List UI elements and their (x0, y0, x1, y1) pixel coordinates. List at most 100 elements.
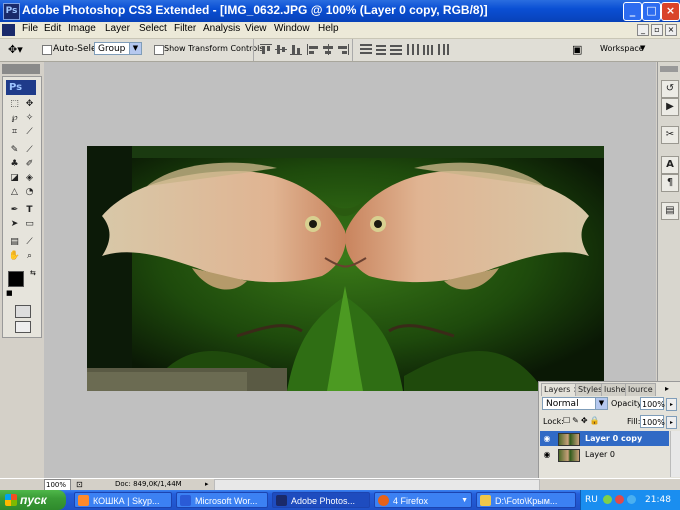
network-icon[interactable] (603, 495, 612, 504)
foreground-color-swatch[interactable] (8, 271, 24, 287)
dock-grip[interactable] (660, 66, 678, 72)
type-tool-icon[interactable]: T (23, 205, 36, 216)
eyedropper-icon[interactable]: ⟋ (23, 237, 36, 248)
visibility-eye-icon[interactable]: ◉ (542, 434, 552, 443)
layers-scrollbar[interactable] (670, 431, 680, 477)
panel-menu-icon[interactable]: ▸ (665, 384, 669, 393)
distribute-vcenter-icon[interactable] (375, 44, 387, 55)
hand-tool-icon[interactable]: ✋ (8, 251, 21, 262)
layer-row[interactable]: ◉ Layer 0 (540, 447, 669, 462)
toolbox-grip[interactable] (2, 64, 40, 74)
lock-icons[interactable]: ☐✎✥🔒 (563, 416, 602, 425)
clone-stamp-icon[interactable]: ♣ (8, 159, 21, 170)
crop-tool-icon[interactable]: ⌗ (8, 127, 21, 138)
menu-help[interactable]: Help (318, 23, 339, 34)
antivirus-icon[interactable] (615, 495, 624, 504)
opacity-arrow-icon[interactable]: ▸ (666, 398, 677, 411)
move-tool-icon[interactable]: ✥▾ (8, 43, 23, 56)
show-transform-checkbox[interactable] (154, 45, 164, 55)
bridge-icon[interactable]: ▣ (572, 43, 582, 56)
menu-file[interactable]: File (22, 23, 38, 34)
align-left-icon[interactable] (307, 44, 319, 55)
auto-select-checkbox[interactable] (42, 45, 52, 55)
align-bottom-icon[interactable] (290, 44, 302, 55)
swap-colors-icon[interactable]: ⇆ (30, 269, 36, 277)
layers-panel: Layers × Styles lushes lource ▸ Normal ▼… (538, 381, 680, 479)
blend-mode-dropdown[interactable]: Normal ▼ (542, 397, 608, 410)
tools-preset-icon[interactable]: ✂ (661, 126, 679, 144)
fill-input[interactable]: 100% (640, 415, 665, 428)
magic-wand-icon[interactable]: ✧ (23, 113, 36, 124)
status-info-icon[interactable]: ⊡ (76, 480, 83, 489)
distribute-hcenter-icon[interactable] (422, 44, 434, 55)
distribute-left-icon[interactable] (407, 44, 419, 55)
workspace-menu[interactable]: Workspace (600, 44, 644, 53)
maximize-button[interactable]: □ (642, 2, 661, 21)
taskbar-item[interactable]: Adobe Photos... (272, 492, 370, 508)
close-button[interactable]: × (661, 2, 680, 21)
zoom-tool-icon[interactable]: ⌕ (23, 251, 36, 262)
opacity-input[interactable]: 100% (640, 397, 665, 410)
slice-tool-icon[interactable]: ⟋ (23, 127, 36, 138)
paint-bucket-icon[interactable]: ◈ (23, 173, 36, 184)
notes-tool-icon[interactable]: ▤ (8, 237, 21, 248)
taskbar-item[interactable]: КОШКА | Skyp... (74, 492, 172, 508)
history-icon[interactable]: ↺ (661, 80, 679, 98)
marquee-tool-icon[interactable]: ⬚ (8, 99, 21, 110)
align-top-icon[interactable] (260, 44, 272, 55)
start-button[interactable]: пуск (0, 490, 66, 510)
taskbar-item[interactable]: D:\Foto\Крым... (476, 492, 576, 508)
folder-icon (480, 495, 491, 506)
menu-analysis[interactable]: Analysis (203, 23, 240, 34)
tab-source[interactable]: lource (625, 383, 656, 396)
taskbar-item[interactable]: Microsoft Wor... (176, 492, 268, 508)
paragraph-icon[interactable]: ¶ (661, 174, 679, 192)
menu-window[interactable]: Window (274, 23, 310, 34)
doc-minimize-button[interactable]: _ (637, 24, 649, 36)
brush-tool-icon[interactable]: ⟋ (23, 145, 36, 156)
history-brush-icon[interactable]: ✐ (23, 159, 36, 170)
chevron-down-icon: ▼ (129, 43, 141, 54)
distribute-right-icon[interactable] (437, 44, 449, 55)
minimize-button[interactable]: _ (623, 2, 642, 21)
actions-icon[interactable]: ▶ (661, 98, 679, 116)
distribute-top-icon[interactable] (360, 44, 372, 55)
healing-brush-icon[interactable]: ✎ (8, 145, 21, 156)
layer-comps-icon[interactable]: ▤ (661, 202, 679, 220)
screen-mode-icon[interactable] (15, 321, 31, 333)
menu-edit[interactable]: Edit (44, 23, 61, 34)
auto-select-value: Group (98, 44, 126, 54)
menu-image[interactable]: Image (68, 23, 96, 34)
distribute-bottom-icon[interactable] (390, 44, 402, 55)
skype-tray-icon[interactable] (627, 495, 636, 504)
pen-tool-icon[interactable]: ✒ (8, 205, 21, 216)
blur-tool-icon[interactable]: △ (8, 187, 21, 198)
document-canvas[interactable] (87, 146, 604, 391)
doc-restore-button[interactable]: ▫ (651, 24, 663, 36)
align-vcenter-icon[interactable] (275, 44, 287, 55)
quick-mask-icon[interactable] (15, 305, 31, 318)
default-colors-icon[interactable]: ■ (6, 289, 13, 297)
fill-arrow-icon[interactable]: ▸ (666, 416, 677, 429)
toolbox-logo: Ps (6, 80, 36, 95)
move-tool-icon[interactable]: ✥ (23, 99, 36, 110)
layer-row[interactable]: ◉ Layer 0 copy (540, 431, 669, 446)
menu-select[interactable]: Select (139, 23, 167, 34)
menu-filter[interactable]: Filter (174, 23, 196, 34)
dodge-tool-icon[interactable]: ◔ (23, 187, 36, 198)
menu-view[interactable]: View (245, 23, 267, 34)
eraser-tool-icon[interactable]: ◪ (8, 173, 21, 184)
menu-layer[interactable]: Layer (105, 23, 130, 34)
lasso-tool-icon[interactable]: ℘ (8, 113, 21, 124)
shape-tool-icon[interactable]: ▭ (23, 219, 36, 230)
status-menu-arrow[interactable]: ▸ (205, 480, 209, 488)
align-right-icon[interactable] (337, 44, 349, 55)
auto-select-dropdown[interactable]: Group ▼ (94, 42, 142, 55)
taskbar-item[interactable]: 4 Firefox ▼ (374, 492, 472, 508)
language-indicator[interactable]: RU (585, 490, 598, 510)
align-hcenter-icon[interactable] (322, 44, 334, 55)
visibility-eye-icon[interactable]: ◉ (542, 450, 552, 459)
doc-close-button[interactable]: × (665, 24, 677, 36)
path-selection-icon[interactable]: ➤ (8, 219, 21, 230)
character-icon[interactable]: A (661, 156, 679, 174)
